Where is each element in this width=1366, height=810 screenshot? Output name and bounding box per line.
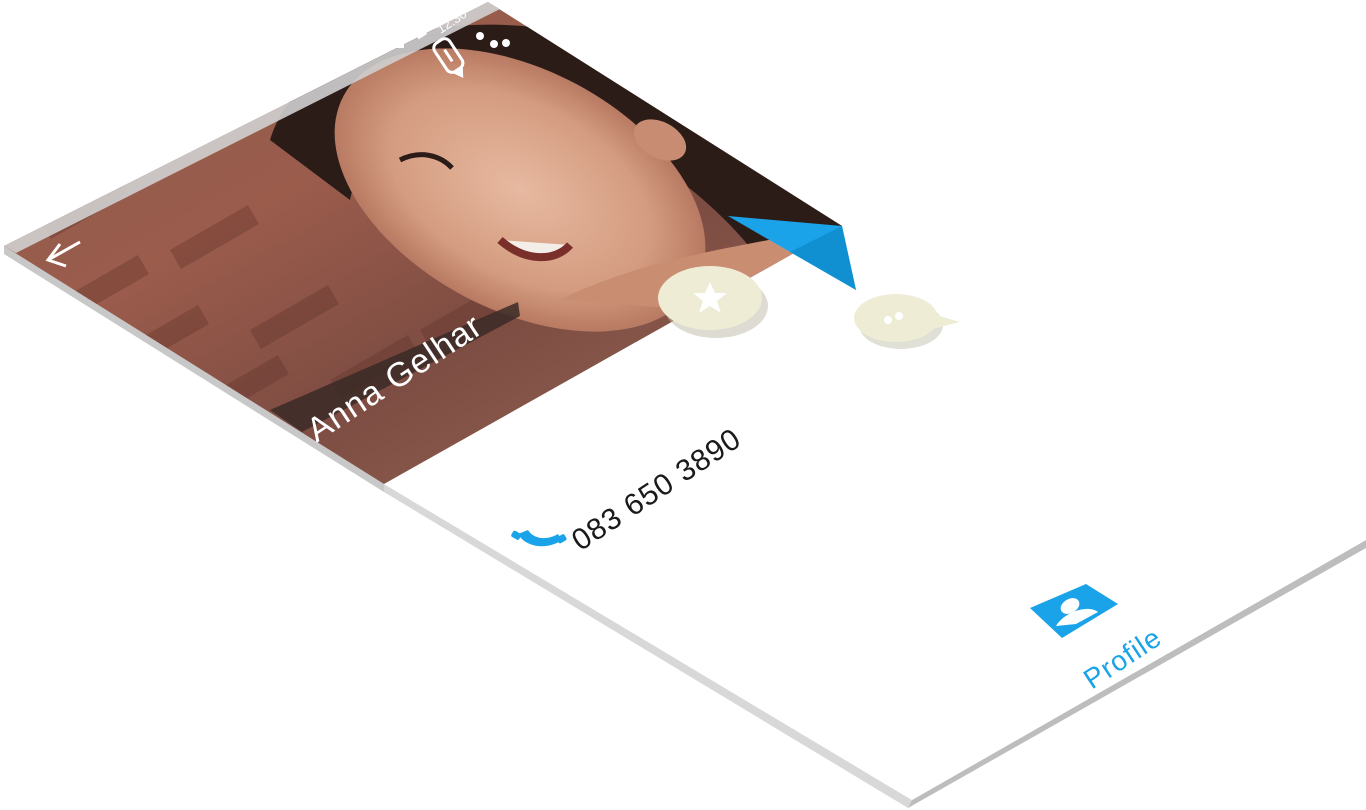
signal-icon xyxy=(390,34,404,48)
contact-detail-screen: 12:30 Anna Gelhar 083 650 3890 Profile xyxy=(0,0,1366,810)
screen-scene xyxy=(4,2,1366,808)
